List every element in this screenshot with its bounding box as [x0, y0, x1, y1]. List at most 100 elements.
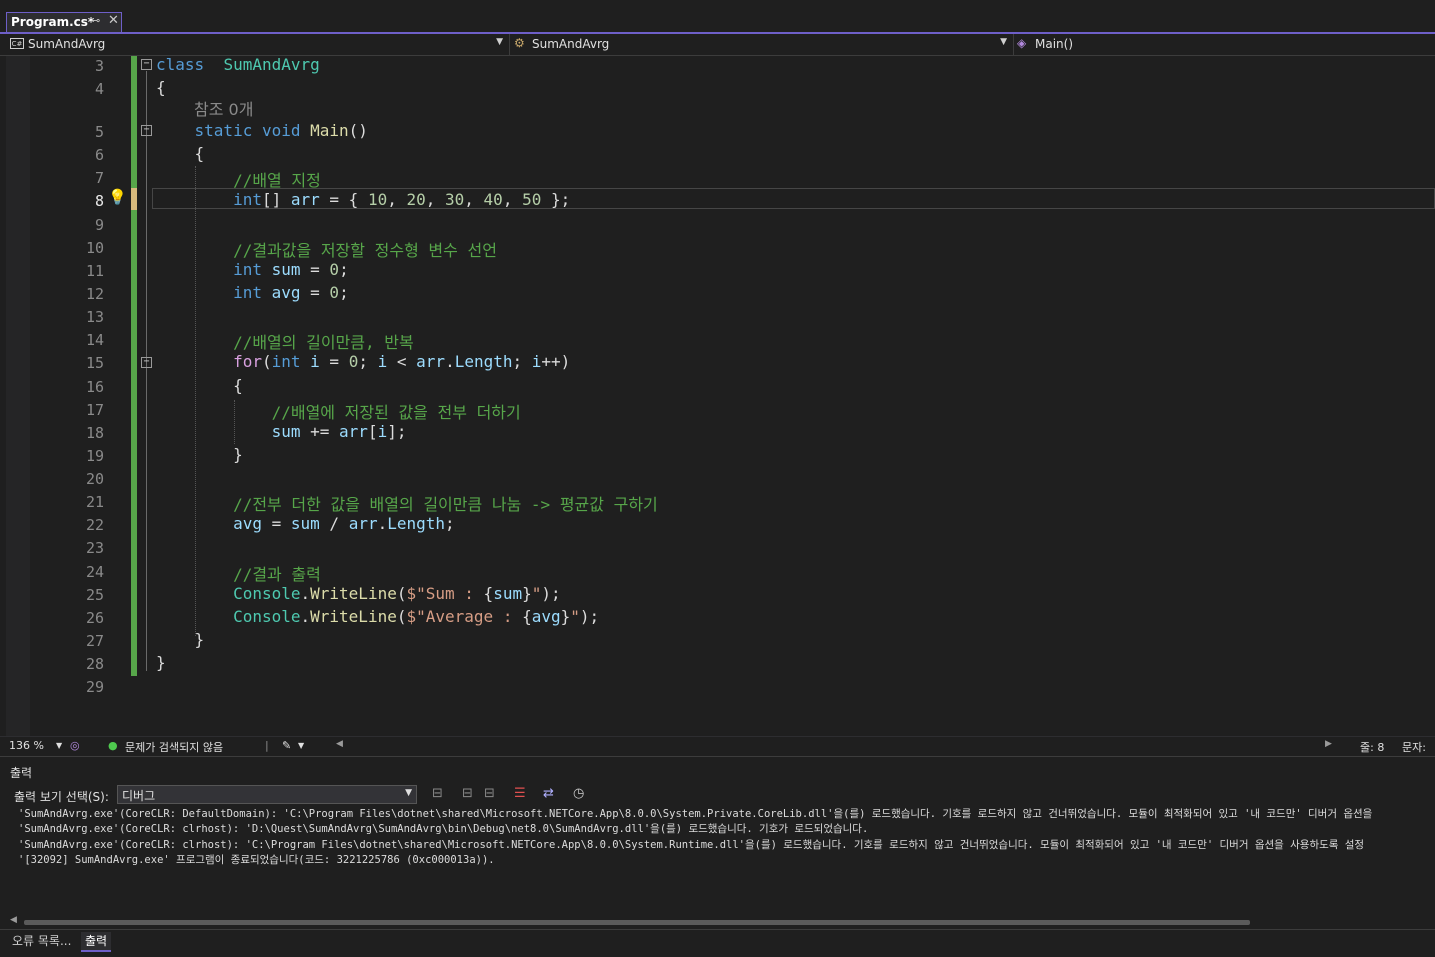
code-token: < [387, 352, 417, 371]
code-token: ; [358, 352, 378, 371]
code-token: 0 [329, 260, 340, 279]
code-token: i [377, 422, 388, 441]
scroll-left-icon[interactable]: ◀ [336, 739, 343, 749]
output-line: 'SumAndAvrg.exe'(CoreCLR: clrhost): 'D:\… [18, 823, 869, 836]
close-icon[interactable]: ✕ [108, 13, 119, 28]
code-line: int[] arr = { 10, 20, 30, 40, 50 }; [156, 190, 570, 209]
code-token: 50 [522, 190, 542, 209]
zoom-level[interactable]: 136 % [9, 739, 44, 752]
code-token: 30 [445, 190, 465, 209]
code-token: / [319, 514, 349, 533]
output-horizontal-scrollbar[interactable]: ◀ [8, 915, 1435, 927]
line-number: 6 [94, 146, 104, 164]
collapse-method-toggle[interactable]: − [141, 125, 152, 136]
navigation-bar: C# SumAndAvrg ▼ ⚙ SumAndAvrg ▼ ◈ Main() [0, 34, 1435, 56]
go-previous-icon[interactable]: ⊟ [462, 786, 473, 801]
code-line: } [156, 445, 243, 464]
clock-icon[interactable]: ◷ [573, 786, 584, 801]
code-line: //결과 출력 [156, 561, 321, 585]
output-line: '[32092] SumAndAvrg.exe' 프로그램이 종료되었습니다(코… [18, 853, 495, 866]
output-line: 'SumAndAvrg.exe'(CoreCLR: DefaultDomain)… [18, 808, 1373, 820]
code-line: class SumAndAvrg [156, 55, 320, 74]
line-number: 3 [94, 57, 104, 75]
tab-output[interactable]: 출력 [81, 932, 112, 952]
output-source-value: 디버그 [122, 789, 156, 803]
code-token: 40 [483, 190, 503, 209]
line-number: 5 [94, 123, 104, 141]
tab-program-cs[interactable]: Program.cs* ⊸ ✕ [6, 12, 122, 32]
code-token: WriteLine [310, 607, 397, 626]
find-message-icon[interactable]: ⊟ [432, 786, 443, 801]
code-token: } [522, 584, 532, 603]
code-token: [] [261, 190, 291, 209]
line-number: 20 [85, 470, 104, 488]
member-name: Main() [1035, 37, 1074, 51]
line-number: 24 [85, 563, 104, 581]
brush-icon[interactable]: ✎ [282, 739, 291, 752]
code-token: $"Sum : [406, 584, 484, 603]
code-token: () [348, 121, 368, 140]
change-tracking-bar [131, 56, 137, 676]
issues-status[interactable]: 문제가 검색되지 않음 [125, 739, 223, 755]
code-token: avg [271, 283, 301, 302]
code-token: ; [445, 514, 455, 533]
code-editor[interactable] [6, 56, 1435, 736]
go-next-icon[interactable]: ⊟ [484, 786, 495, 801]
code-line: { [156, 78, 166, 97]
code-token: ; [339, 283, 349, 302]
output-text: 'SumAndAvrg.exe'(CoreCLR: DefaultDomain)… [18, 807, 1435, 868]
scroll-right-icon[interactable]: ▶ [1325, 739, 1332, 749]
code-token: arr [416, 352, 446, 371]
class-name: SumAndAvrg [532, 37, 610, 51]
code-token: += [300, 422, 340, 441]
lightbulb-icon[interactable]: 💡 [108, 188, 127, 206]
scroll-left-icon[interactable]: ◀ [10, 915, 17, 925]
code-token: Main [310, 121, 349, 140]
code-token: ; [339, 260, 349, 279]
code-token: { [156, 78, 166, 97]
chevron-down-icon[interactable]: ▼ [298, 741, 304, 750]
code-token: ( [261, 352, 272, 371]
collapse-class-toggle[interactable]: − [141, 59, 152, 70]
code-token: , [464, 190, 484, 209]
line-number: 17 [85, 401, 104, 419]
outline-guide [146, 71, 148, 671]
clear-all-icon[interactable]: ☰ [514, 786, 526, 801]
code-line: //전부 더한 값을 배열의 길이만큼 나눔 -> 평균값 구하기 [156, 491, 658, 515]
line-numbers: 3 4 5 6 7 8 9 10 11 12 13 14 15 16 17 18 19 20 21 22 23 24 25 2… [30, 56, 104, 736]
line-number: 28 [85, 655, 104, 673]
code-line: { [156, 144, 205, 163]
chevron-down-icon[interactable]: ▼ [56, 741, 62, 750]
class-icon: ⚙ [514, 36, 525, 50]
method-icon: ◈ [1017, 36, 1027, 50]
tab-error-list[interactable]: 오류 목록... [8, 932, 75, 952]
code-token: = [319, 352, 349, 371]
code-token: class [156, 55, 205, 74]
code-token: ); [541, 584, 561, 603]
copilot-icon[interactable]: ◎ [70, 739, 80, 752]
code-token: int [233, 283, 262, 302]
code-token: , [502, 190, 523, 209]
class-dropdown[interactable]: ⚙ SumAndAvrg ▼ [514, 34, 1014, 55]
code-token: }; [541, 190, 571, 209]
line-number: 9 [94, 216, 104, 234]
word-wrap-icon[interactable]: ⇄ [543, 786, 554, 801]
code-token: , [425, 190, 446, 209]
output-source-select[interactable]: 디버그 ▼ [117, 785, 417, 804]
code-token: = { [319, 190, 368, 209]
collapse-for-toggle[interactable]: − [141, 357, 152, 368]
code-token: sum [493, 584, 523, 603]
code-token: } [156, 445, 243, 464]
codelens-references[interactable]: 참조 0개 [194, 96, 253, 120]
member-dropdown[interactable]: ◈ Main() [1017, 34, 1435, 55]
pin-icon[interactable]: ⊸ [91, 14, 100, 27]
code-line: for(int i = 0; i < arr.Length; i++) [156, 352, 570, 371]
chevron-down-icon: ▼ [496, 37, 503, 47]
project-dropdown[interactable]: C# SumAndAvrg ▼ [10, 34, 510, 55]
line-number: 18 [85, 424, 104, 442]
scrollbar-thumb[interactable] [24, 920, 1250, 925]
